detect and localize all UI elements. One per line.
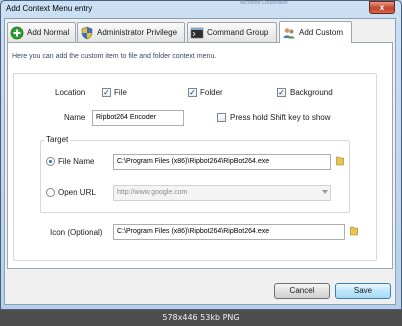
pane-description: Here you can add the custom item to file… (12, 53, 217, 60)
tab-add-custom[interactable]: Add Custom (279, 21, 352, 43)
checkmark-icon: ✓ (189, 88, 196, 97)
folder-browse-icon[interactable] (350, 225, 358, 236)
icon-path-input[interactable]: C:\Program Files (x86)\Ripbot264\RipBot2… (113, 224, 345, 240)
folder-browse-icon[interactable] (336, 155, 344, 166)
file-name-input[interactable]: C:\Program Files (x86)\Ripbot264\RipBot2… (113, 154, 331, 170)
tab-add-normal[interactable]: Add Normal (7, 22, 76, 42)
folder-checkbox[interactable]: ✓ (188, 88, 197, 97)
users-icon (283, 27, 295, 38)
file-name-radio[interactable] (46, 157, 55, 166)
file-checkbox-label: File (114, 88, 127, 97)
tab-label: Add Normal (27, 28, 70, 37)
shift-key-checkbox[interactable] (217, 113, 226, 122)
tab-label: Administrator Privilege (97, 28, 178, 37)
background-window-text: Microsoft Corporation (240, 0, 288, 6)
tab-administrator-privilege[interactable]: Administrator Privilege (77, 22, 185, 42)
icon-label: Icon (Optional) (50, 228, 103, 237)
name-input[interactable]: Ripbot264 Encoder (92, 110, 184, 126)
tab-command-group[interactable]: Command Group (187, 22, 277, 42)
console-icon (190, 27, 204, 38)
chevron-down-icon (322, 190, 328, 194)
save-button[interactable]: Save (335, 283, 391, 299)
file-checkbox[interactable]: ✓ (102, 88, 111, 97)
image-info-bar: 578x446 53kb PNG (0, 310, 402, 326)
close-icon: x (379, 3, 385, 12)
file-name-label: File Name (58, 157, 95, 166)
checkmark-icon: ✓ (103, 88, 110, 97)
open-url-radio[interactable] (46, 188, 55, 197)
target-group-label: Target (44, 135, 71, 144)
location-label: Location (55, 88, 86, 97)
close-button[interactable]: x (369, 1, 395, 14)
background-checkbox[interactable]: ✓ (277, 88, 286, 97)
shield-icon (81, 26, 93, 39)
window-title: Add Context Menu entry (6, 4, 93, 13)
cancel-button[interactable]: Cancel (274, 283, 330, 299)
plus-circle-icon (10, 26, 24, 39)
url-dropdown-value: http://www.google.com (117, 189, 188, 196)
folder-checkbox-label: Folder (200, 88, 223, 97)
background-checkbox-label: Background (290, 88, 333, 97)
name-label: Name (64, 113, 86, 122)
checkmark-icon: ✓ (278, 88, 285, 97)
open-url-label: Open URL (58, 188, 96, 197)
shift-key-label: Press hold Shift key to show (230, 113, 331, 122)
tab-label: Add Custom (299, 28, 344, 37)
tab-label: Command Group (207, 28, 269, 37)
image-info-text: 578x446 53kb PNG (162, 313, 240, 322)
url-dropdown[interactable]: http://www.google.com (113, 185, 331, 201)
target-group (40, 140, 350, 213)
title-bar[interactable]: Add Context Menu entry Microsoft Corpora… (0, 0, 400, 18)
